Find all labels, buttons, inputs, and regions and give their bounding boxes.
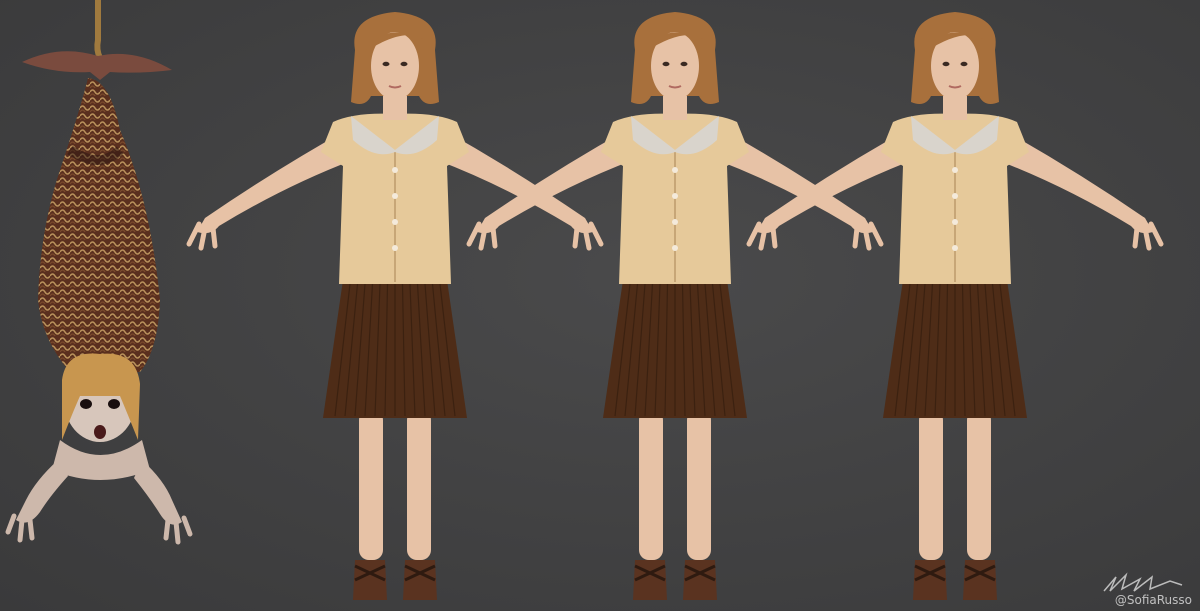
blouse-button	[392, 219, 398, 225]
watermark-handle: @SofiaRusso	[1114, 593, 1192, 607]
eye	[400, 61, 408, 67]
girl-model-figure	[746, 12, 1164, 600]
blouse-button	[672, 245, 678, 251]
blouse-button	[952, 245, 958, 251]
eye	[662, 61, 670, 67]
eye	[680, 61, 688, 67]
blouse-button	[952, 219, 958, 225]
left-leg	[919, 410, 943, 560]
blouse-button	[672, 219, 678, 225]
left-leg	[359, 410, 383, 560]
blouse-button	[392, 193, 398, 199]
blouse-button	[952, 167, 958, 173]
render-stage: @SofiaRusso	[0, 0, 1200, 611]
eye	[382, 61, 390, 67]
left-leg	[639, 410, 663, 560]
blouse-button	[672, 193, 678, 199]
right-leg	[407, 410, 431, 560]
blouse-button	[392, 167, 398, 173]
blouse-button	[672, 167, 678, 173]
eye	[960, 61, 968, 67]
eye	[942, 61, 950, 67]
blouse-button	[952, 193, 958, 199]
right-leg	[967, 410, 991, 560]
right-leg	[687, 410, 711, 560]
blouse-button	[392, 245, 398, 251]
